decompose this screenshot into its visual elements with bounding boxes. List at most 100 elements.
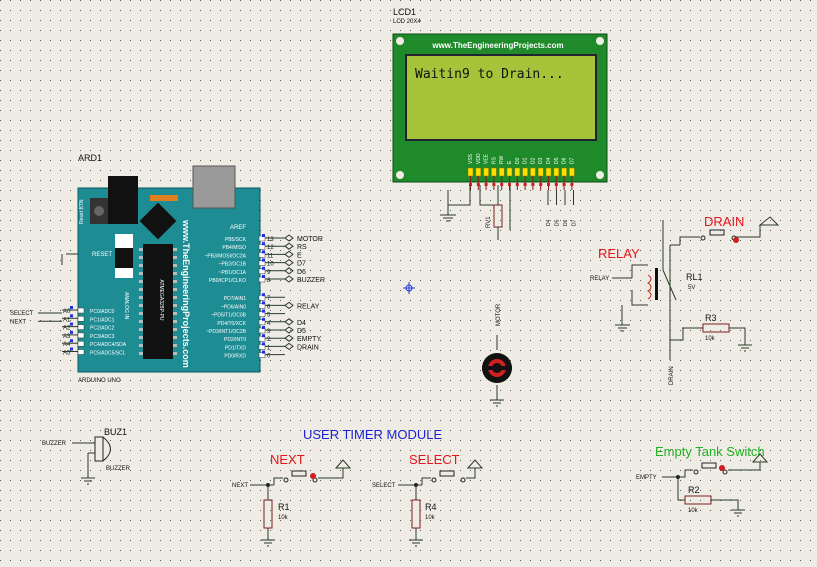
analog-pin-label: PC4/ADC4/SDA — [90, 342, 127, 348]
pin-marker — [262, 350, 265, 354]
mount-hole — [596, 171, 604, 179]
drain-net-label: DRAIN — [669, 366, 675, 385]
net-label: NEXT — [10, 319, 26, 325]
lcd-pin-marker — [523, 183, 527, 186]
chip-leg — [173, 272, 177, 275]
pin-marker — [70, 339, 73, 343]
lcd-pin-pad — [483, 167, 489, 177]
aref-label: AREF — [230, 225, 246, 231]
lcd-pin-label: D5 — [554, 157, 560, 164]
digital-pin-label: PD1/TXD — [225, 345, 247, 351]
lcd-pin-label: D1 — [523, 157, 529, 164]
lcd-pin-marker — [515, 183, 519, 186]
mount-hole — [396, 37, 404, 45]
lcd-pin-label: VDD — [476, 153, 482, 164]
lcd-pin-marker — [500, 183, 504, 186]
chip-leg — [139, 272, 143, 275]
net-label: MOTOR — [297, 236, 323, 243]
lcd-pin-pad — [506, 167, 513, 177]
relay-net-label: RELAY — [590, 276, 609, 282]
chip-leg — [173, 264, 177, 267]
net-label: RELAY — [297, 303, 320, 310]
mount-hole — [596, 37, 604, 45]
arduino-brand: www.TheEngineeringProjects.com — [181, 219, 191, 368]
pin-marker — [262, 258, 265, 262]
r1-ref: R1 — [278, 502, 290, 512]
relay-core — [655, 268, 658, 300]
chip-leg — [139, 320, 143, 323]
chip-leg — [139, 344, 143, 347]
chip-leg — [139, 304, 143, 307]
arduino-model: ARDUINO UNO — [78, 378, 121, 384]
digital-pin-label: ~PB1/OC1A — [219, 270, 247, 276]
r2-value: 10k — [688, 508, 699, 514]
select-net-label: SELECT — [372, 483, 396, 489]
chip-leg — [139, 264, 143, 267]
net-label: D6 — [297, 269, 306, 276]
schematic-canvas: LCD1 LCD 20X4 www.TheEngineeringProjects… — [0, 0, 817, 567]
digital-pin-label: PD4/T0/XCK — [217, 321, 246, 327]
lcd-pin-marker — [570, 183, 574, 186]
digital-pin-label: PB5/SCK — [225, 237, 247, 243]
lcd-pin-pad — [561, 167, 567, 177]
drain-title: DRAIN — [704, 214, 744, 229]
lcd-pin-label: D4 — [546, 157, 552, 164]
net-label: EMPTY — [297, 336, 321, 343]
lcd-pin-pad — [537, 167, 544, 177]
lcd-pin-label: VSS — [468, 153, 474, 164]
pin-marker — [262, 309, 265, 313]
power-jack — [192, 165, 236, 209]
chip-leg — [173, 352, 177, 355]
pin-marker — [262, 301, 265, 305]
analog-in-label: ANALOG IN — [123, 292, 129, 320]
chip-label: ATMEGA328P-PU — [158, 279, 164, 320]
net-label: D5 — [297, 328, 306, 335]
pin-marker — [262, 326, 265, 329]
net-label: DRAIN — [297, 344, 319, 351]
chip-leg — [173, 256, 177, 259]
lcd-pin-pad — [530, 167, 536, 177]
lcd-pin-marker — [531, 183, 535, 186]
select-title: SELECT — [409, 452, 460, 467]
user-timer-title: USER TIMER MODULE — [303, 427, 442, 442]
lcd-header: www.TheEngineeringProjects.com — [431, 41, 563, 50]
r4-ref: R4 — [425, 502, 437, 512]
arduino-ref: ARD1 — [78, 153, 102, 163]
digital-pin-label: ~PD6/AIN0 — [221, 304, 246, 310]
next-net-label: NEXT — [232, 483, 248, 489]
lcd-pin-label: D2 — [530, 157, 536, 164]
pin-marker — [70, 314, 73, 318]
lcd-pin-marker — [476, 183, 480, 186]
lcd-pin-marker — [539, 183, 543, 186]
chip-leg — [139, 280, 143, 283]
analog-pin-pad — [77, 307, 85, 314]
digital-pin-label: PD7/AIN1 — [224, 296, 246, 302]
pin-marker — [262, 293, 265, 297]
analog-pin-label: PC5/ADC5/SCL — [90, 351, 126, 357]
lcd-pin-label: D7 — [569, 157, 575, 164]
reset-btn-label: Reset BTN — [79, 199, 85, 224]
lcd-data-label: D4 — [546, 219, 552, 226]
r3-value: 10k — [705, 336, 716, 342]
analog-pin-label: PC3/ADC3 — [90, 334, 115, 340]
lcd-pin-label: D3 — [538, 157, 544, 164]
lcd-pin-label: D6 — [562, 157, 568, 164]
atmega-chip — [143, 244, 173, 359]
crystal-body — [115, 248, 133, 268]
chip-leg — [173, 296, 177, 299]
lcd-pin-marker — [547, 183, 550, 186]
chip-leg — [139, 288, 143, 291]
lcd-pin-label: D0 — [515, 157, 521, 164]
mount-hole — [396, 171, 404, 179]
buz1-ref: BUZ1 — [104, 427, 127, 437]
next-title: NEXT — [270, 452, 305, 467]
pin-marker — [262, 342, 265, 346]
empty-net-label: EMPTY — [636, 475, 657, 481]
digital-pin-label: PD0/RXD — [224, 354, 246, 360]
lcd-ref: LCD1 — [393, 7, 416, 17]
lcd-pin-label: RS — [491, 156, 497, 164]
analog-pin-pad — [77, 332, 85, 339]
digital-pin-label: ~PD3/INT1/OC2B — [206, 329, 247, 335]
lcd-pin-pad — [553, 167, 560, 177]
analog-pin-pad — [77, 349, 85, 355]
